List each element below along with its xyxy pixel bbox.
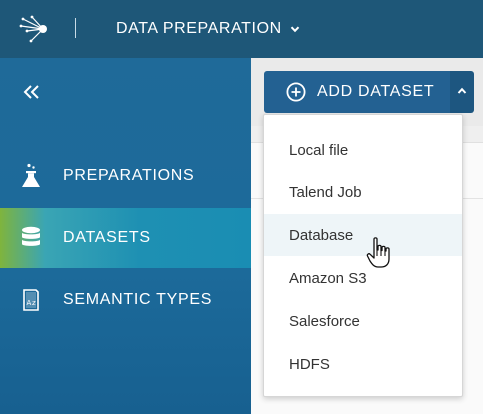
app-switcher[interactable]: DATA PREPARATION xyxy=(116,0,300,58)
sidebar-item-label: DATASETS xyxy=(63,229,151,246)
sidebar-item-preparations[interactable]: PREPARATIONS xyxy=(0,146,251,206)
chevron-up-icon xyxy=(457,87,467,94)
sidebar-item-semantic-types[interactable]: Az SEMANTIC TYPES xyxy=(0,270,251,330)
menu-item-salesforce[interactable]: Salesforce xyxy=(264,300,462,342)
sidebar-item-datasets[interactable]: DATASETS xyxy=(0,208,251,268)
flask-icon xyxy=(22,163,40,187)
sidebar-item-label: SEMANTIC TYPES xyxy=(63,291,213,308)
add-dataset-button[interactable]: ADD DATASET xyxy=(264,71,450,113)
add-dataset-label: ADD DATASET xyxy=(317,83,435,100)
app-header: DATA PREPARATION xyxy=(0,0,483,58)
menu-item-local-file[interactable]: Local file xyxy=(264,129,462,171)
add-dataset-menu: Local file Talend Job Database Amazon S3… xyxy=(263,114,463,397)
add-dataset-dropdown-toggle[interactable] xyxy=(450,71,474,113)
database-icon xyxy=(22,226,40,246)
sidebar: PREPARATIONS DATASETS Az SEMANTIC TYPES xyxy=(0,58,251,414)
svg-text:Az: Az xyxy=(27,299,37,307)
double-chevron-left-icon[interactable] xyxy=(22,82,42,102)
header-divider xyxy=(75,18,76,38)
hand-pointer-icon xyxy=(366,237,390,268)
chevron-down-icon xyxy=(290,26,299,33)
menu-item-talend-job[interactable]: Talend Job xyxy=(264,171,462,213)
menu-item-database[interactable]: Database xyxy=(264,214,462,256)
menu-item-amazon-s3[interactable]: Amazon S3 xyxy=(264,257,462,299)
app-title: DATA PREPARATION xyxy=(116,20,282,37)
talend-logo-icon[interactable] xyxy=(17,13,53,45)
menu-item-hdfs[interactable]: HDFS xyxy=(264,343,462,385)
plus-circle-icon xyxy=(286,82,306,102)
dictionary-icon: Az xyxy=(23,289,39,311)
sidebar-item-label: PREPARATIONS xyxy=(63,167,195,184)
